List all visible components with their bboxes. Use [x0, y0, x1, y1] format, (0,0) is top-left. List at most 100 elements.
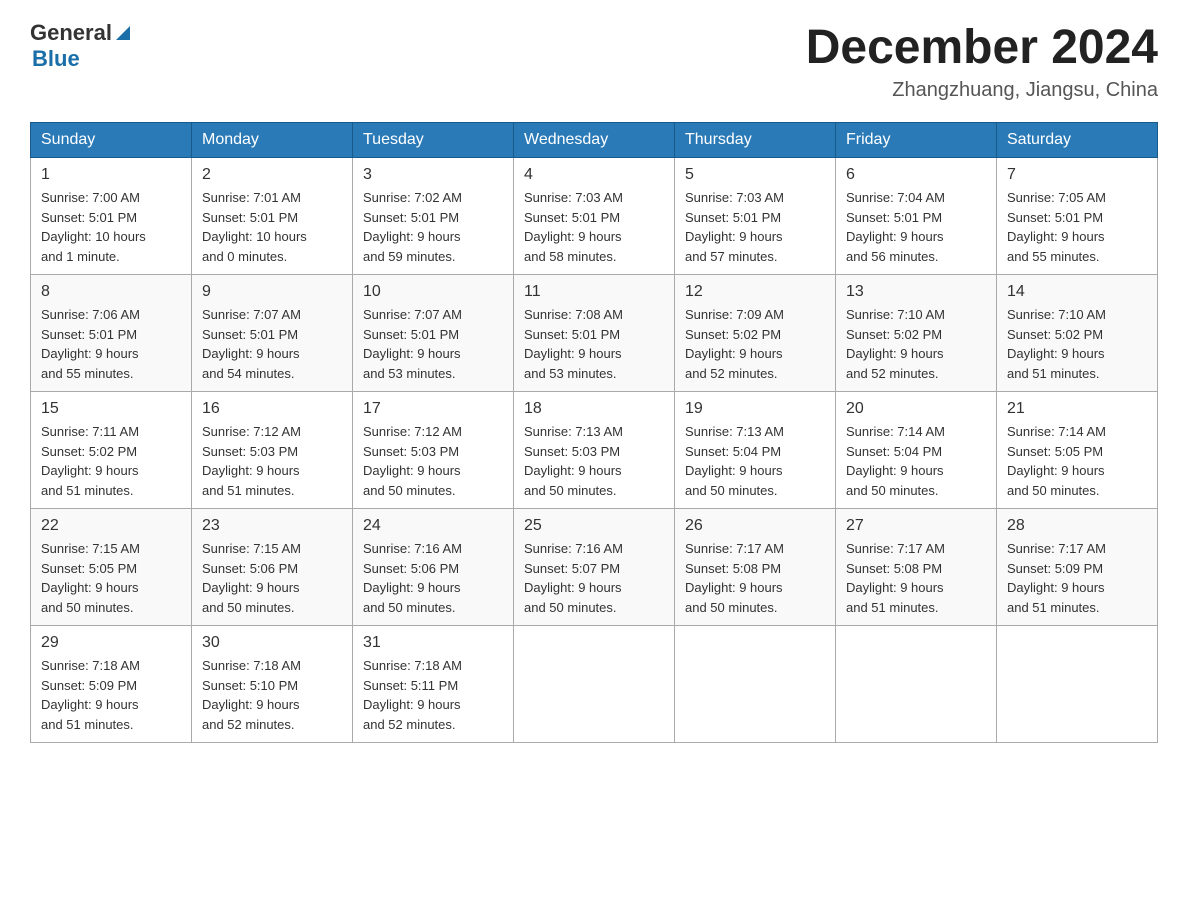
logo-triangle-icon — [112, 22, 134, 44]
calendar-cell: 6 Sunrise: 7:04 AMSunset: 5:01 PMDaylight… — [836, 158, 997, 275]
calendar-cell: 2Sunrise: 7:01 AMSunset: 5:01 PMDaylight… — [192, 158, 353, 275]
day-info: Sunrise: 7:10 AMSunset: 5:02 PMDaylight:… — [1007, 305, 1147, 383]
day-info: Sunrise: 7:17 AMSunset: 5:09 PMDaylight:… — [1007, 539, 1147, 617]
day-info: Sunrise: 7:04 AMSunset: 5:01 PMDaylight:… — [846, 188, 986, 266]
day-number: 29 — [41, 634, 181, 652]
day-number: 26 — [685, 517, 825, 535]
calendar-cell: 29 Sunrise: 7:18 AMSunset: 5:09 PMDayligh… — [31, 626, 192, 743]
week-row-1: 1 Sunrise: 7:00 AMSunset: 5:01 PMDaylight… — [31, 158, 1158, 275]
calendar-cell — [997, 626, 1158, 743]
day-info: Sunrise: 7:07 AMSunset: 5:01 PMDaylight:… — [363, 305, 503, 383]
page-header: General Blue December 2024 Zhangzhuang, … — [30, 20, 1158, 102]
calendar-cell: 30 Sunrise: 7:18 AMSunset: 5:10 PMDayligh… — [192, 626, 353, 743]
calendar-cell: 5 Sunrise: 7:03 AMSunset: 5:01 PMDaylight… — [675, 158, 836, 275]
day-number: 27 — [846, 517, 986, 535]
day-number: 1 — [41, 166, 181, 184]
calendar-cell: 14 Sunrise: 7:10 AMSunset: 5:02 PMDayligh… — [997, 275, 1158, 392]
header-day-saturday: Saturday — [997, 123, 1158, 158]
calendar-body: 1 Sunrise: 7:00 AMSunset: 5:01 PMDaylight… — [31, 158, 1158, 743]
day-number: 28 — [1007, 517, 1147, 535]
day-info: Sunrise: 7:15 AMSunset: 5:06 PMDaylight:… — [202, 539, 342, 617]
header-day-thursday: Thursday — [675, 123, 836, 158]
day-number: 23 — [202, 517, 342, 535]
calendar-cell: 15 Sunrise: 7:11 AMSunset: 5:02 PMDayligh… — [31, 392, 192, 509]
header-day-wednesday: Wednesday — [514, 123, 675, 158]
header-day-friday: Friday — [836, 123, 997, 158]
day-number: 9 — [202, 283, 342, 301]
day-info: Sunrise: 7:03 AMSunset: 5:01 PMDaylight:… — [524, 188, 664, 266]
day-info: Sunrise: 7:12 AMSunset: 5:03 PMDaylight:… — [363, 422, 503, 500]
day-info: Sunrise: 7:09 AMSunset: 5:02 PMDaylight:… — [685, 305, 825, 383]
calendar-cell: 9 Sunrise: 7:07 AMSunset: 5:01 PMDaylight… — [192, 275, 353, 392]
day-number: 2 — [202, 166, 342, 184]
calendar-cell: 22Sunrise: 7:15 AMSunset: 5:05 PMDayligh… — [31, 509, 192, 626]
calendar-cell: 21Sunrise: 7:14 AMSunset: 5:05 PMDayligh… — [997, 392, 1158, 509]
day-number: 7 — [1007, 166, 1147, 184]
location-title: Zhangzhuang, Jiangsu, China — [806, 79, 1158, 102]
day-number: 11 — [524, 283, 664, 301]
title-section: December 2024 Zhangzhuang, Jiangsu, Chin… — [806, 20, 1158, 102]
logo-general-text: General — [30, 20, 112, 46]
day-number: 6 — [846, 166, 986, 184]
day-info: Sunrise: 7:14 AMSunset: 5:04 PMDaylight:… — [846, 422, 986, 500]
month-title: December 2024 — [806, 20, 1158, 75]
calendar-cell: 13Sunrise: 7:10 AMSunset: 5:02 PMDayligh… — [836, 275, 997, 392]
day-number: 15 — [41, 400, 181, 418]
day-info: Sunrise: 7:12 AMSunset: 5:03 PMDaylight:… — [202, 422, 342, 500]
day-number: 14 — [1007, 283, 1147, 301]
calendar-cell: 8Sunrise: 7:06 AMSunset: 5:01 PMDaylight… — [31, 275, 192, 392]
calendar-cell: 11 Sunrise: 7:08 AMSunset: 5:01 PMDayligh… — [514, 275, 675, 392]
day-info: Sunrise: 7:00 AMSunset: 5:01 PMDaylight:… — [41, 188, 181, 266]
week-row-3: 15 Sunrise: 7:11 AMSunset: 5:02 PMDayligh… — [31, 392, 1158, 509]
day-number: 31 — [363, 634, 503, 652]
day-number: 20 — [846, 400, 986, 418]
day-info: Sunrise: 7:18 AMSunset: 5:09 PMDaylight:… — [41, 656, 181, 734]
day-number: 12 — [685, 283, 825, 301]
day-number: 18 — [524, 400, 664, 418]
calendar-cell: 16 Sunrise: 7:12 AMSunset: 5:03 PMDayligh… — [192, 392, 353, 509]
calendar-cell — [514, 626, 675, 743]
day-number: 13 — [846, 283, 986, 301]
day-number: 5 — [685, 166, 825, 184]
day-info: Sunrise: 7:03 AMSunset: 5:01 PMDaylight:… — [685, 188, 825, 266]
calendar-cell: 27 Sunrise: 7:17 AMSunset: 5:08 PMDayligh… — [836, 509, 997, 626]
day-number: 30 — [202, 634, 342, 652]
day-info: Sunrise: 7:11 AMSunset: 5:02 PMDaylight:… — [41, 422, 181, 500]
calendar-cell: 26 Sunrise: 7:17 AMSunset: 5:08 PMDayligh… — [675, 509, 836, 626]
day-info: Sunrise: 7:08 AMSunset: 5:01 PMDaylight:… — [524, 305, 664, 383]
day-number: 17 — [363, 400, 503, 418]
calendar-cell: 4Sunrise: 7:03 AMSunset: 5:01 PMDaylight… — [514, 158, 675, 275]
day-info: Sunrise: 7:18 AMSunset: 5:11 PMDaylight:… — [363, 656, 503, 734]
logo-blue-text: Blue — [32, 46, 134, 72]
week-row-2: 8Sunrise: 7:06 AMSunset: 5:01 PMDaylight… — [31, 275, 1158, 392]
calendar-header: SundayMondayTuesdayWednesdayThursdayFrid… — [31, 123, 1158, 158]
calendar-table: SundayMondayTuesdayWednesdayThursdayFrid… — [30, 122, 1158, 743]
calendar-cell: 17 Sunrise: 7:12 AMSunset: 5:03 PMDayligh… — [353, 392, 514, 509]
day-info: Sunrise: 7:07 AMSunset: 5:01 PMDaylight:… — [202, 305, 342, 383]
day-info: Sunrise: 7:13 AMSunset: 5:04 PMDaylight:… — [685, 422, 825, 500]
calendar-cell — [675, 626, 836, 743]
day-info: Sunrise: 7:17 AMSunset: 5:08 PMDaylight:… — [685, 539, 825, 617]
day-info: Sunrise: 7:13 AMSunset: 5:03 PMDaylight:… — [524, 422, 664, 500]
calendar-cell: 31 Sunrise: 7:18 AMSunset: 5:11 PMDayligh… — [353, 626, 514, 743]
day-number: 3 — [363, 166, 503, 184]
calendar-cell: 18 Sunrise: 7:13 AMSunset: 5:03 PMDayligh… — [514, 392, 675, 509]
day-info: Sunrise: 7:18 AMSunset: 5:10 PMDaylight:… — [202, 656, 342, 734]
calendar-cell: 24Sunrise: 7:16 AMSunset: 5:06 PMDayligh… — [353, 509, 514, 626]
day-number: 16 — [202, 400, 342, 418]
calendar-cell: 12 Sunrise: 7:09 AMSunset: 5:02 PMDayligh… — [675, 275, 836, 392]
header-day-monday: Monday — [192, 123, 353, 158]
day-number: 21 — [1007, 400, 1147, 418]
calendar-cell: 20 Sunrise: 7:14 AMSunset: 5:04 PMDayligh… — [836, 392, 997, 509]
calendar-cell: 19Sunrise: 7:13 AMSunset: 5:04 PMDayligh… — [675, 392, 836, 509]
day-number: 24 — [363, 517, 503, 535]
header-day-tuesday: Tuesday — [353, 123, 514, 158]
calendar-cell: 25Sunrise: 7:16 AMSunset: 5:07 PMDayligh… — [514, 509, 675, 626]
day-number: 10 — [363, 283, 503, 301]
calendar-cell: 7Sunrise: 7:05 AMSunset: 5:01 PMDaylight… — [997, 158, 1158, 275]
calendar-cell — [836, 626, 997, 743]
calendar-cell: 28 Sunrise: 7:17 AMSunset: 5:09 PMDayligh… — [997, 509, 1158, 626]
day-info: Sunrise: 7:15 AMSunset: 5:05 PMDaylight:… — [41, 539, 181, 617]
day-info: Sunrise: 7:17 AMSunset: 5:08 PMDaylight:… — [846, 539, 986, 617]
day-info: Sunrise: 7:06 AMSunset: 5:01 PMDaylight:… — [41, 305, 181, 383]
